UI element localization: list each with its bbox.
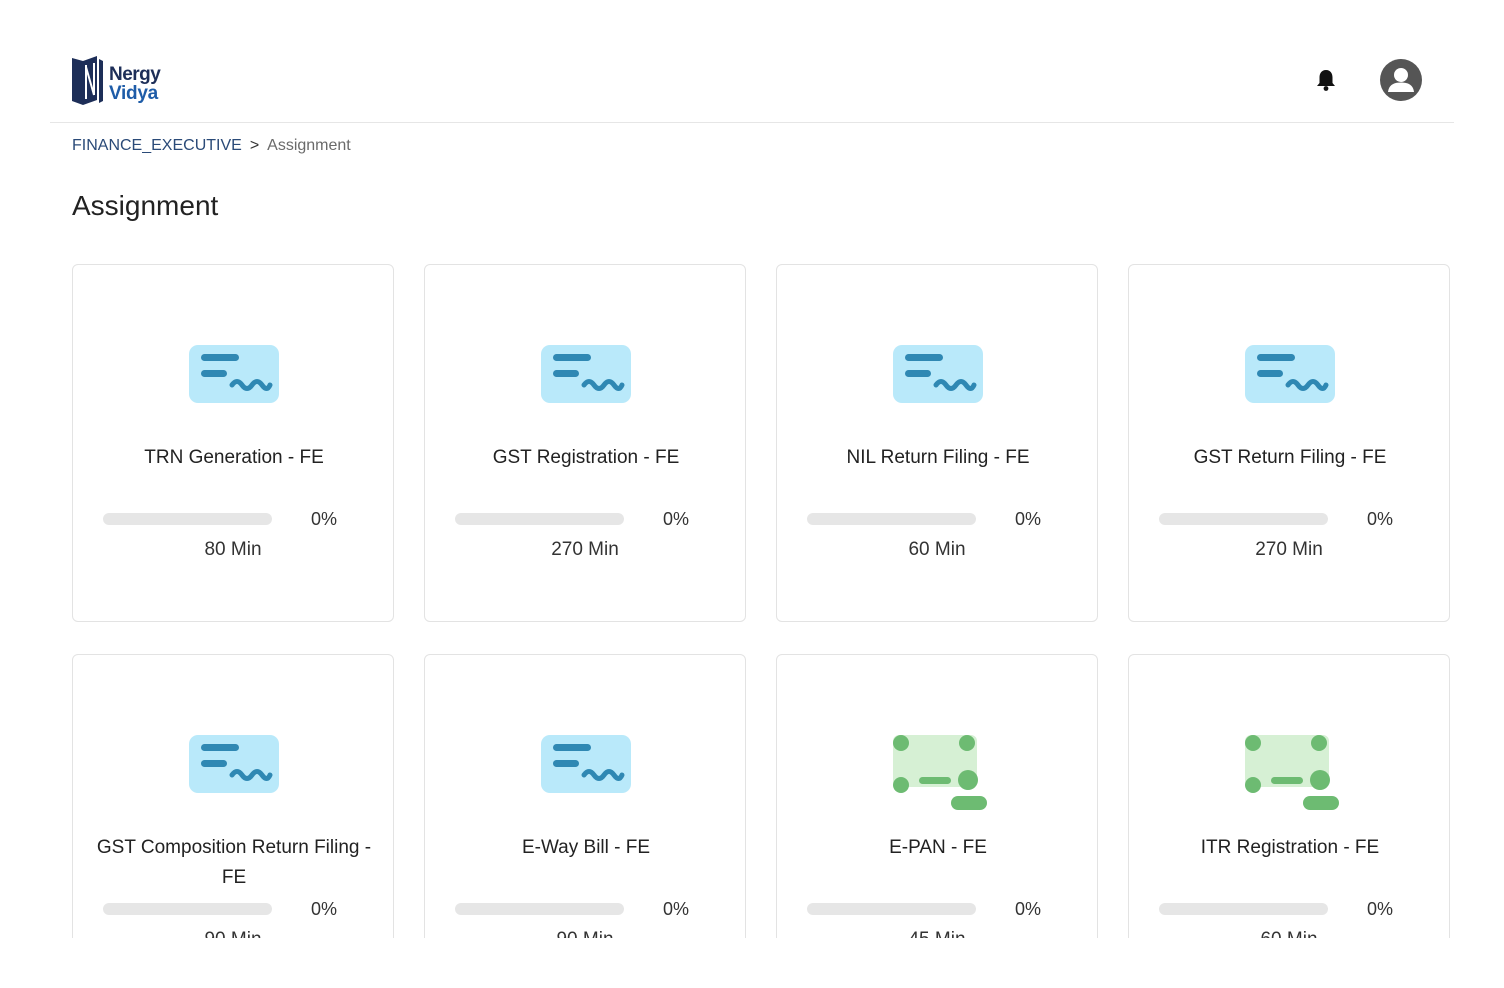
assignment-card-itr-registration[interactable]: ITR Registration - FE 0% 60 Min bbox=[1128, 654, 1450, 938]
assignment-card-title: GST Return Filing - FE bbox=[1193, 447, 1387, 468]
assignment-duration: 80 Min bbox=[204, 539, 262, 560]
assignment-card-e-pan[interactable]: E-PAN - FE 0% 45 Min bbox=[776, 654, 1098, 938]
progress-bar bbox=[1159, 903, 1328, 915]
assignment-card-gst-composition-return-filing[interactable]: GST Composition Return Filing - FE 0% 90… bbox=[72, 654, 394, 938]
document-icon bbox=[1245, 345, 1335, 403]
progress-bar bbox=[103, 903, 272, 915]
progress-percent: 0% bbox=[663, 509, 690, 529]
assignment-duration: 60 Min bbox=[1129, 927, 1449, 938]
assignment-grid: TRN Generation - FE 0% 80 Min GST Regist… bbox=[0, 0, 1504, 938]
progress-bar bbox=[103, 513, 272, 525]
assignment-card-gst-return-filing[interactable]: GST Return Filing - FE 0% 270 Min bbox=[1128, 264, 1450, 622]
progress-percent: 0% bbox=[1015, 509, 1042, 529]
assignment-duration: 270 Min bbox=[551, 539, 619, 560]
progress-bar bbox=[807, 903, 976, 915]
assignment-card-gst-registration[interactable]: GST Registration - FE 0% 270 Min bbox=[424, 264, 746, 622]
progress-percent: 0% bbox=[1015, 899, 1042, 919]
progress-percent: 0% bbox=[1367, 509, 1394, 529]
assignment-duration: 90 Min bbox=[73, 927, 393, 938]
assignment-duration: 45 Min bbox=[777, 927, 1097, 938]
document-icon bbox=[189, 345, 279, 403]
assignment-card-title: E-PAN - FE bbox=[889, 837, 987, 858]
document-icon bbox=[541, 735, 631, 793]
assignment-card-title: E-Way Bill - FE bbox=[521, 837, 651, 858]
document-icon bbox=[893, 345, 983, 403]
progress-percent: 0% bbox=[311, 509, 338, 529]
progress-percent: 0% bbox=[311, 899, 338, 919]
progress-bar bbox=[455, 903, 624, 915]
document-icon bbox=[189, 735, 279, 793]
assignment-card-title: NIL Return Filing - FE bbox=[846, 447, 1030, 468]
assignment-card-nil-return-filing[interactable]: NIL Return Filing - FE 0% 60 Min bbox=[776, 264, 1098, 622]
assignment-card-title: GST Registration - FE bbox=[492, 447, 680, 468]
assignment-card-title: GST Composition Return Filing - FE bbox=[96, 837, 372, 888]
assignment-duration: 60 Min bbox=[908, 539, 966, 560]
assignment-card-title: ITR Registration - FE bbox=[1200, 837, 1380, 858]
assignment-card-title: TRN Generation - FE bbox=[144, 447, 324, 468]
document-icon bbox=[541, 345, 631, 403]
progress-bar bbox=[1159, 513, 1328, 525]
certificate-icon bbox=[1245, 735, 1339, 810]
certificate-icon bbox=[893, 735, 987, 810]
progress-percent: 0% bbox=[663, 899, 690, 919]
assignment-card-e-way-bill[interactable]: E-Way Bill - FE 0% 90 Min bbox=[424, 654, 746, 938]
assignment-duration: 270 Min bbox=[1255, 539, 1323, 560]
progress-bar bbox=[455, 513, 624, 525]
progress-bar bbox=[807, 513, 976, 525]
assignment-duration: 90 Min bbox=[425, 927, 745, 938]
assignment-card-trn-generation[interactable]: TRN Generation - FE 0% 80 Min bbox=[72, 264, 394, 622]
progress-percent: 0% bbox=[1367, 899, 1394, 919]
